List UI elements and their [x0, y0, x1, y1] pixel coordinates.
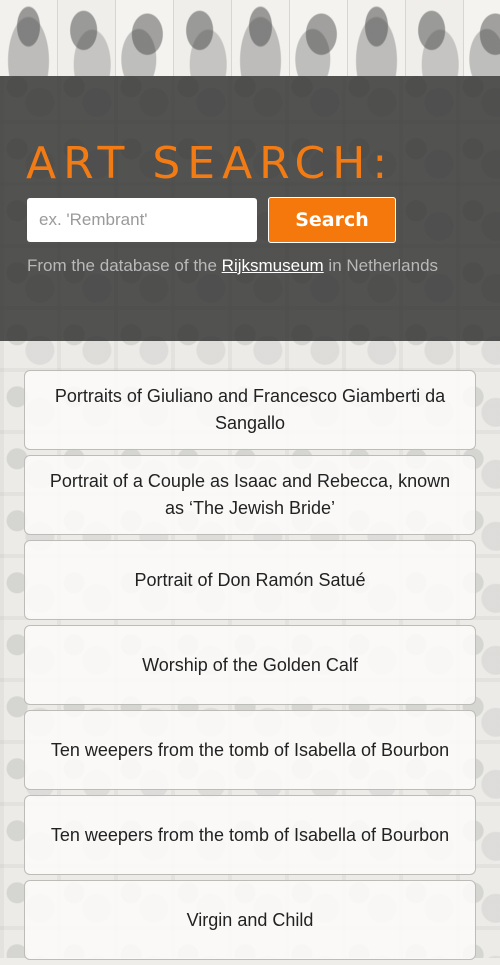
- search-button[interactable]: Search: [268, 197, 396, 243]
- result-title: Ten weepers from the tomb of Isabella of…: [50, 824, 450, 845]
- page-title: ART SEARCH:: [26, 138, 395, 189]
- artwork-thumbnail: [406, 0, 464, 76]
- result-title: Portrait of a Couple as Isaac and Rebecc…: [49, 471, 451, 518]
- result-card[interactable]: Portrait of a Couple as Isaac and Rebecc…: [24, 455, 476, 535]
- result-card[interactable]: Worship of the Golden Calf: [24, 625, 476, 705]
- artwork-thumbnail: [174, 0, 232, 76]
- result-card[interactable]: Portrait of Don Ramón Satué: [24, 540, 476, 620]
- artwork-thumbnail: [58, 0, 116, 76]
- search-header: ART SEARCH: Search From the database of …: [0, 76, 500, 341]
- result-card[interactable]: Ten weepers from the tomb of Isabella of…: [24, 795, 476, 875]
- results-list: Portraits of Giuliano and Francesco Giam…: [24, 370, 476, 965]
- artwork-thumbnail: [464, 0, 500, 76]
- result-title: Worship of the Golden Calf: [142, 654, 358, 675]
- result-title: Portrait of Don Ramón Satué: [134, 569, 366, 590]
- result-title: Virgin and Child: [186, 909, 314, 930]
- source-attribution: From the database of the Rijksmuseum in …: [27, 256, 467, 275]
- result-card[interactable]: Ten weepers from the tomb of Isabella of…: [24, 710, 476, 790]
- result-title: Ten weepers from the tomb of Isabella of…: [50, 739, 450, 760]
- result-title: Portraits of Giuliano and Francesco Giam…: [54, 386, 446, 433]
- result-card[interactable]: Portraits of Giuliano and Francesco Giam…: [24, 370, 476, 450]
- artwork-thumbnail: [232, 0, 290, 76]
- artwork-thumbnail: [290, 0, 348, 76]
- source-prefix: From the database of the: [27, 256, 222, 275]
- result-card[interactable]: Virgin and Child: [24, 880, 476, 960]
- artwork-thumbnail: [116, 0, 174, 76]
- search-input[interactable]: [27, 198, 257, 242]
- artwork-thumbnail: [348, 0, 406, 76]
- artwork-thumbnail: [0, 0, 58, 76]
- artwork-thumbnail-strip: [0, 0, 500, 76]
- rijksmuseum-link[interactable]: Rijksmuseum: [222, 256, 324, 275]
- source-suffix: in Netherlands: [323, 256, 439, 275]
